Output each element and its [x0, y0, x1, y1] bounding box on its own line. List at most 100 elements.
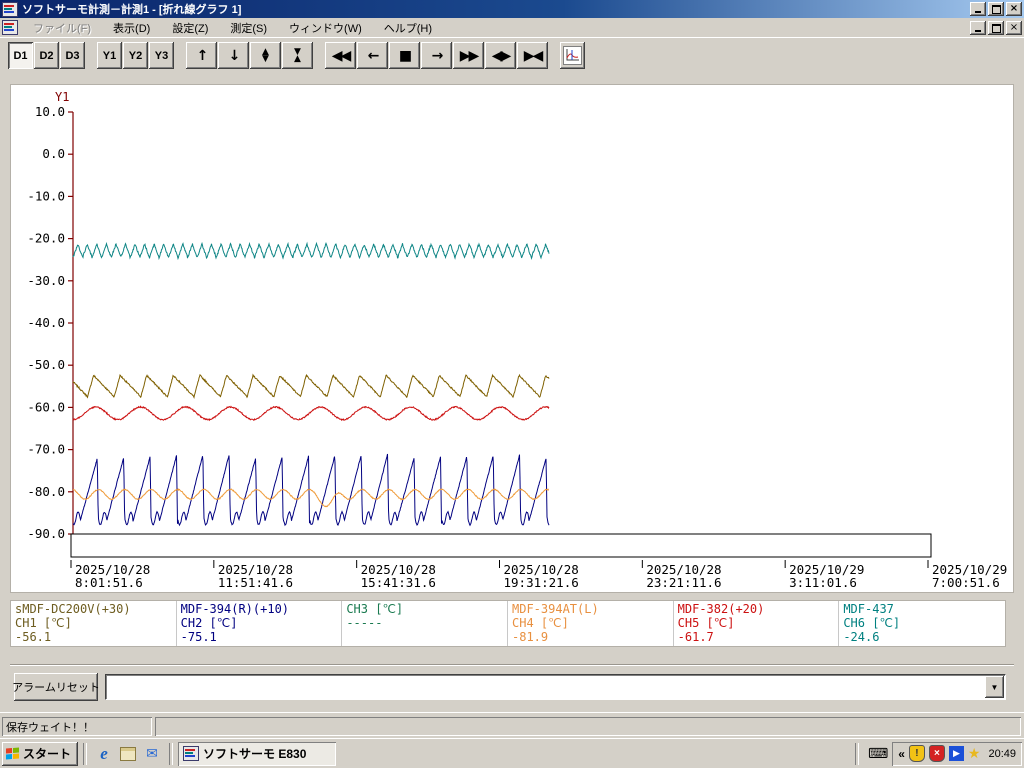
legend-value: -56.1 — [15, 630, 52, 644]
legend-value: ----- — [346, 616, 383, 630]
restore-button[interactable] — [988, 2, 1004, 16]
desktop: { "window": { "title": "ソフトサーモ計測－計測1 - [… — [0, 0, 1024, 768]
line-chart: Y110.0 0.0 -10.0 -20.0 -30.0 -40.0 -50.0 -60.0 -… — [27, 90, 1007, 590]
status-message: 保存ウェイト！！ — [2, 717, 152, 736]
channel-legend: sMDF-DC200V(+30) CH1 [℃] -56.1 MDF-394(R)(+… — [10, 600, 1006, 647]
app-icon — [183, 746, 200, 761]
expand-vertical-button[interactable]: ▲ ▼ — [250, 42, 281, 69]
show-desktop-icon[interactable] — [118, 744, 138, 764]
legend-value: -81.9 — [512, 630, 549, 644]
range-indicator-box[interactable] — [70, 533, 932, 558]
tray-chevron-icon[interactable]: « — [898, 747, 905, 761]
jump-to-start-button[interactable]: ◀◀ — [325, 42, 356, 69]
axis-select-button-y3[interactable]: Y3 — [149, 42, 174, 69]
legend-value: -75.1 — [180, 630, 217, 644]
child-window-icon[interactable] — [2, 20, 18, 35]
svg-text:11:51:41.6: 11:51:41.6 — [218, 575, 293, 590]
legend-title: MDF-394AT(L) — [512, 602, 599, 616]
menu-item-2[interactable]: 設定(Z) — [165, 18, 215, 38]
legend-title: MDF-382(+20) — [677, 602, 765, 616]
pan-up-button[interactable]: ↑ — [186, 42, 217, 69]
legend-value: -61.7 — [677, 630, 714, 644]
stop-button[interactable]: ■ — [389, 42, 420, 69]
legend-channel: CH6 [℃] — [843, 616, 901, 630]
task-button-label: ソフトサーモ E830 — [203, 747, 307, 761]
minimize-button[interactable] — [970, 2, 986, 16]
svg-text:10.0: 10.0 — [35, 104, 65, 119]
compress-horizontal-button[interactable]: ▶◀ — [517, 42, 548, 69]
alarm-combobox[interactable]: ▼ — [105, 674, 1006, 700]
taskbar-divider — [169, 742, 174, 765]
line-chart-panel: Y1 10.0 0.0 -10.0 -20.0 -30.0 -40.0 -50.0 -60.0 -… — [10, 84, 1014, 593]
data-select-button-d1[interactable]: D1 — [8, 42, 33, 69]
legend-channel: CH3 [℃] — [346, 602, 404, 616]
title-bar: ソフトサーモ計測－計測1 - [折れ線グラフ 1] × — [0, 0, 1024, 18]
svg-text:7:00:51.6: 7:00:51.6 — [932, 575, 1000, 590]
tray-clock: 20:49 — [988, 747, 1016, 760]
expand-horizontal-button[interactable]: ◀▶ — [485, 42, 516, 69]
combo-dropdown-button[interactable]: ▼ — [985, 676, 1004, 698]
svg-text:0.0: 0.0 — [42, 146, 65, 161]
svg-text:-60.0: -60.0 — [27, 399, 65, 414]
outlook-express-icon[interactable]: ✉ — [142, 744, 162, 764]
start-button[interactable]: スタート — [2, 741, 79, 766]
svg-text:-80.0: -80.0 — [27, 484, 65, 499]
security-alert-icon[interactable]: ! — [908, 745, 925, 762]
legend-cell-ch4: MDF-394AT(L) CH4 [℃] -81.9 — [508, 601, 674, 646]
data-select-button-d3[interactable]: D3 — [60, 42, 85, 69]
trace-ch1 — [72, 373, 550, 400]
status-spacer — [155, 717, 1021, 736]
svg-text:-10.0: -10.0 — [27, 188, 65, 203]
alarm-reset-button[interactable]: アラームリセット — [12, 673, 100, 701]
legend-channel: CH2 [℃] — [180, 616, 238, 630]
svg-text:-70.0: -70.0 — [27, 442, 65, 457]
media-player-tray-icon[interactable]: ▶ — [948, 746, 964, 761]
child-minimize-button[interactable] — [970, 20, 986, 35]
svg-text:-40.0: -40.0 — [27, 315, 65, 330]
child-close-button[interactable]: × — [1006, 20, 1022, 35]
svg-text:-20.0: -20.0 — [27, 231, 65, 246]
child-restore-button[interactable] — [988, 20, 1004, 35]
windows-logo-icon — [6, 747, 19, 760]
start-button-label: スタート — [23, 747, 72, 761]
compress-vertical-button[interactable]: ▼ ▲ — [282, 42, 313, 69]
jump-to-end-button[interactable]: ▶▶ — [453, 42, 484, 69]
taskbar-divider — [855, 742, 859, 765]
security-error-icon[interactable]: × — [928, 745, 945, 762]
legend-cell-ch6: MDF-437 CH6 [℃] -24.6 — [839, 601, 1005, 646]
trace-ch5 — [72, 405, 550, 422]
legend-title: MDF-394(R)(+10) — [180, 602, 290, 616]
alarm-combobox-value — [106, 675, 984, 699]
svg-text:15:41:31.6: 15:41:31.6 — [361, 575, 436, 590]
legend-cell-ch3: CH3 [℃] ----- — [342, 601, 508, 646]
keyboard-layout-icon[interactable]: ⌨ — [868, 747, 888, 761]
svg-text:-90.0: -90.0 — [27, 526, 65, 541]
menu-item-5[interactable]: ヘルプ(H) — [377, 18, 439, 38]
taskbar-divider — [83, 742, 88, 765]
axis-select-button-y1[interactable]: Y1 — [97, 42, 122, 69]
svg-text:3:11:01.6: 3:11:01.6 — [789, 575, 857, 590]
pan-down-button[interactable]: ↓ — [218, 42, 249, 69]
trace-ch4 — [72, 487, 549, 508]
app-icon — [2, 1, 18, 17]
data-select-button-d2[interactable]: D2 — [34, 42, 59, 69]
svg-text:23:21:11.6: 23:21:11.6 — [646, 575, 721, 590]
svg-text:Y1: Y1 — [55, 90, 69, 104]
axis-select-button-y2[interactable]: Y2 — [123, 42, 148, 69]
menu-item-3[interactable]: 測定(S) — [223, 18, 274, 38]
menu-item-1[interactable]: 表示(D) — [106, 18, 157, 38]
step-left-button[interactable]: ← — [357, 42, 388, 69]
svg-text:19:31:21.6: 19:31:21.6 — [504, 575, 579, 590]
legend-channel: CH1 [℃] — [15, 616, 72, 630]
taskbar: スタート e ✉ ソフトサーモ E830 ⌨ « ! × ▶ ★ 20:49 — [0, 738, 1024, 768]
step-right-button[interactable]: → — [421, 42, 452, 69]
task-button-softthermo[interactable]: ソフトサーモ E830 — [178, 741, 337, 766]
close-button[interactable]: × — [1006, 2, 1022, 16]
internet-explorer-icon[interactable]: e — [94, 744, 114, 764]
menu-bar: ファイル(F) 表示(D) 設定(Z) 測定(S) ウィンドウ(W) ヘルプ(H) × — [0, 18, 1024, 37]
update-star-icon[interactable]: ★ — [968, 745, 981, 762]
menu-item-4[interactable]: ウィンドウ(W) — [282, 18, 369, 38]
line-graph-settings-button[interactable] — [560, 42, 585, 69]
status-bar: 保存ウェイト！！ — [0, 712, 1024, 738]
legend-cell-ch2: MDF-394(R)(+10) CH2 [℃] -75.1 — [177, 601, 343, 646]
